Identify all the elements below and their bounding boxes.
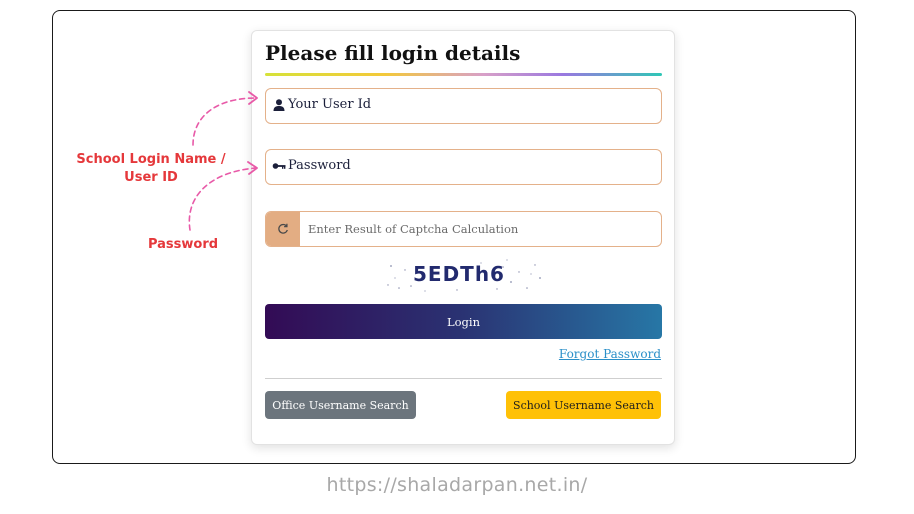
annotation-arrows	[188, 91, 258, 231]
annotation-password: Password	[147, 237, 219, 252]
annotation-user-id-line2: User ID	[124, 170, 178, 185]
annotation-user-id-line1: School Login Name /	[76, 152, 226, 167]
footer-url: https://shaladarpan.net.in/	[326, 474, 588, 496]
annotation-user-id: School Login Name / User ID	[76, 151, 226, 187]
arrow-to-user-id	[192, 97, 257, 146]
